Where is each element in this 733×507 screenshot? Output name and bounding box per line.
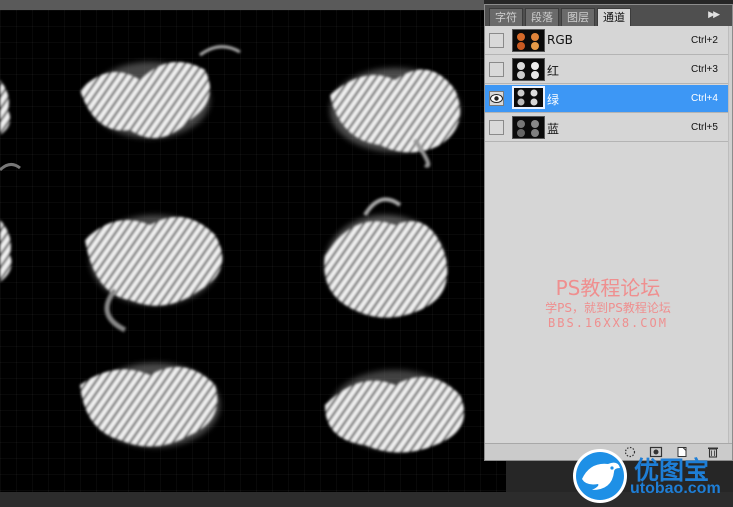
channel-shortcut: Ctrl+2 (691, 35, 718, 46)
visibility-toggle[interactable] (489, 120, 504, 135)
channel-name: 红 (547, 64, 560, 78)
panel-scrollbar[interactable] (728, 26, 732, 443)
channel-row-green[interactable]: 绿 Ctrl+4 (485, 85, 728, 113)
flame-shape (330, 68, 460, 168)
flame-shape (0, 80, 21, 282)
watermark-url: BBS.16XX8.COM (548, 316, 668, 330)
fire-brushes-image (0, 45, 465, 453)
channel-row-rgb[interactable]: RGB Ctrl+2 (485, 27, 728, 55)
watermark-subtitle: 学PS，就到PS教程论坛 (545, 301, 671, 315)
panel-tab-bar: 字符 段落 图层 通道 ▶▶ (485, 5, 732, 26)
channel-shortcut: Ctrl+3 (691, 64, 718, 75)
flame-shape (80, 45, 241, 138)
tab-channels[interactable]: 通道 (597, 8, 631, 26)
channel-thumbnail (512, 58, 545, 81)
visibility-toggle[interactable] (489, 91, 504, 106)
canvas-top-strip (0, 0, 484, 10)
utobao-logo: 优图宝 utobao.com (568, 445, 733, 505)
channel-name: RGB (547, 33, 573, 47)
channel-thumbnail (512, 86, 545, 109)
tab-character[interactable]: 字符 (489, 8, 523, 26)
watermark-title: PS教程论坛 (555, 276, 661, 300)
channel-shortcut: Ctrl+5 (691, 122, 718, 133)
channel-row-red[interactable]: 红 Ctrl+3 (485, 56, 728, 84)
flame-shape (80, 363, 220, 447)
double-chevron-right-icon[interactable]: ▶▶ (708, 10, 720, 20)
tab-paragraph[interactable]: 段落 (525, 8, 559, 26)
channel-name: 绿 (547, 93, 560, 107)
flame-shape (324, 197, 448, 318)
flame-shape (325, 370, 465, 453)
visibility-toggle[interactable] (489, 62, 504, 77)
channel-thumbnail (512, 29, 545, 52)
visibility-toggle[interactable] (489, 33, 504, 48)
eye-icon (490, 94, 503, 103)
channel-shortcut: Ctrl+4 (691, 93, 718, 104)
channel-name: 蓝 (547, 122, 560, 136)
logo-domain-text: utobao.com (630, 480, 721, 497)
bird-logo-icon (573, 449, 627, 503)
tab-layers[interactable]: 图层 (561, 8, 595, 26)
flame-shape (85, 215, 223, 333)
channel-thumbnail (512, 116, 545, 139)
channels-panel: 字符 段落 图层 通道 ▶▶ RGB Ctrl+2 红 Ctrl+3 绿 Ctr… (484, 4, 733, 461)
document-canvas[interactable] (0, 10, 506, 492)
channel-row-blue[interactable]: 蓝 Ctrl+5 (485, 114, 728, 142)
